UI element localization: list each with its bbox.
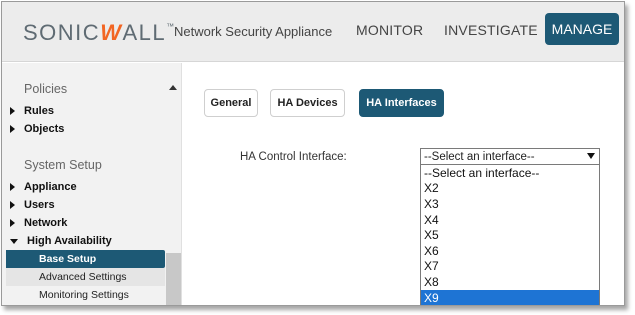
interface-dropdown-list: --Select an interface-- X2 X3 X4 X5 X6 X…: [420, 164, 600, 305]
top-header: SONICWALL™ Network Security Appliance MO…: [2, 2, 624, 62]
sonicwall-logo: SONICWALL™: [23, 20, 175, 45]
dropdown-option[interactable]: X5: [421, 227, 599, 243]
expand-arrow-icon: [10, 201, 15, 209]
tab-ha-devices[interactable]: HA Devices: [270, 89, 345, 117]
sidebar-item-network[interactable]: Network: [10, 217, 67, 229]
dropdown-option[interactable]: X4: [421, 212, 599, 228]
dropdown-option[interactable]: X7: [421, 259, 599, 275]
section-system-setup: System Setup: [24, 158, 102, 172]
scroll-thumb[interactable]: [166, 253, 181, 305]
expand-arrow-icon: [10, 125, 15, 133]
sidebar-item-appliance[interactable]: Appliance: [10, 181, 77, 193]
expand-arrow-icon: [10, 183, 15, 191]
tab-ha-interfaces[interactable]: HA Interfaces: [359, 89, 444, 117]
dropdown-arrow-icon[interactable]: [587, 153, 595, 159]
nav-investigate[interactable]: INVESTIGATE: [444, 22, 538, 38]
app-window: SONICWALL™ Network Security Appliance MO…: [1, 1, 625, 306]
sidebar-item-rules[interactable]: Rules: [10, 105, 54, 117]
tab-general[interactable]: General: [204, 89, 258, 117]
ha-control-interface-select[interactable]: --Select an interface--: [420, 148, 600, 165]
ha-control-interface-label: HA Control Interface:: [240, 151, 347, 163]
collapse-arrow-icon: [10, 238, 18, 244]
sidebar-item-users[interactable]: Users: [10, 199, 55, 211]
expand-arrow-icon: [10, 107, 15, 115]
nav-monitor[interactable]: MONITOR: [356, 22, 423, 38]
sidebar-item-objects[interactable]: Objects: [10, 123, 64, 135]
product-name: Network Security Appliance: [174, 24, 333, 39]
sidebar-item-base-setup[interactable]: Base Setup: [6, 250, 165, 268]
nav-manage[interactable]: MANAGE: [545, 13, 619, 45]
sidebar-item-advanced-settings[interactable]: Advanced Settings: [6, 268, 165, 286]
section-policies: Policies: [24, 82, 68, 96]
sidebar: Policies Rules Objects System Setup Appl…: [2, 63, 182, 305]
dropdown-option[interactable]: X6: [421, 243, 599, 259]
dropdown-option[interactable]: X2: [421, 181, 599, 197]
scroll-up-icon[interactable]: [169, 85, 177, 90]
sidebar-scrollbar[interactable]: [166, 75, 181, 305]
expand-arrow-icon: [10, 219, 15, 227]
dropdown-option[interactable]: --Select an interface--: [421, 165, 599, 181]
dropdown-option[interactable]: X3: [421, 196, 599, 212]
sidebar-item-high-availability[interactable]: High Availability: [10, 235, 112, 247]
dropdown-option[interactable]: X8: [421, 274, 599, 290]
dropdown-option-highlighted[interactable]: X9: [421, 289, 599, 305]
select-value: --Select an interface--: [424, 150, 535, 163]
sidebar-item-monitoring-settings[interactable]: Monitoring Settings: [6, 286, 165, 304]
